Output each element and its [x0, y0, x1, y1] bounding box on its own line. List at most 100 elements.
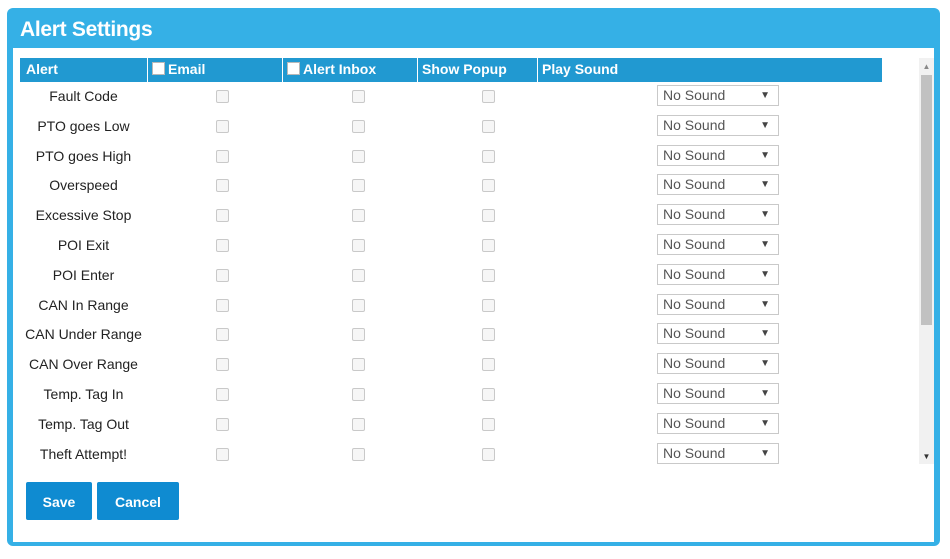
header-email: Email	[147, 58, 282, 82]
show-popup-checkbox[interactable]	[482, 239, 495, 252]
play-sound-value: No Sound	[663, 325, 726, 342]
chevron-down-icon: ▼	[760, 239, 770, 250]
alert-inbox-checkbox[interactable]	[352, 417, 365, 431]
save-button[interactable]: Save	[26, 482, 92, 520]
show-popup-checkbox[interactable]	[482, 119, 495, 133]
header-play-sound: Play Sound	[537, 58, 882, 82]
alert-inbox-checkbox[interactable]	[352, 358, 365, 372]
alert-name: Fault Code	[49, 88, 118, 104]
play-sound-value: No Sound	[663, 206, 726, 223]
header-alert: Alert	[26, 61, 58, 77]
alert-inbox-select-all-checkbox[interactable]	[287, 62, 300, 75]
table-header: Alert Email Alert Inbox Show Popup Play …	[20, 58, 882, 82]
alert-name: CAN In Range	[38, 296, 129, 313]
scroll-up-arrow-icon[interactable]: ▲	[919, 60, 934, 74]
alert-inbox-checkbox[interactable]	[352, 119, 365, 133]
show-popup-checkbox[interactable]	[482, 417, 495, 431]
email-checkbox[interactable]	[216, 328, 229, 342]
email-checkbox[interactable]	[216, 268, 229, 282]
email-checkbox[interactable]	[216, 90, 229, 103]
play-sound-select[interactable]: No Sound ▼	[657, 442, 779, 464]
play-sound-value: No Sound	[663, 116, 726, 133]
cancel-button[interactable]: Cancel	[97, 482, 179, 520]
email-checkbox[interactable]	[216, 358, 229, 372]
alert-inbox-checkbox[interactable]	[352, 239, 365, 252]
show-popup-checkbox[interactable]	[482, 90, 495, 103]
play-sound-select[interactable]: No Sound ▼	[657, 174, 779, 196]
show-popup-checkbox[interactable]	[482, 358, 495, 372]
play-sound-select[interactable]: No Sound ▼	[657, 263, 779, 285]
show-popup-checkbox[interactable]	[482, 149, 495, 163]
email-checkbox[interactable]	[216, 119, 229, 133]
alert-name: POI Enter	[52, 266, 115, 283]
email-checkbox[interactable]	[216, 417, 229, 431]
alert-inbox-checkbox[interactable]	[352, 90, 365, 103]
play-sound-select[interactable]: No Sound ▼	[657, 144, 779, 166]
email-checkbox[interactable]	[216, 179, 229, 193]
play-sound-select[interactable]: No Sound ▼	[657, 293, 779, 315]
play-sound-select[interactable]: No Sound ▼	[657, 412, 779, 434]
email-checkbox[interactable]	[216, 239, 229, 252]
play-sound-value: No Sound	[663, 236, 726, 252]
table-row: Fault Code No Sound ▼	[20, 82, 882, 112]
alert-inbox-checkbox[interactable]	[352, 328, 365, 342]
header-alert-inbox: Alert Inbox	[282, 58, 417, 82]
play-sound-value: No Sound	[663, 385, 726, 401]
alert-inbox-checkbox[interactable]	[352, 149, 365, 163]
alert-inbox-checkbox[interactable]	[352, 179, 365, 193]
scroll-down-arrow-icon[interactable]: ▼	[919, 450, 934, 464]
play-sound-select[interactable]: No Sound ▼	[657, 323, 779, 345]
table-row: CAN In Range No Sound ▼	[20, 291, 882, 321]
chevron-down-icon: ▼	[760, 179, 770, 191]
alert-name: Excessive Stop	[35, 207, 132, 224]
table-row: Overspeed No Sound ▼	[20, 171, 882, 201]
chevron-down-icon: ▼	[760, 119, 770, 131]
alert-settings-dialog: Alert Settings Alert Email Alert Inbox S…	[7, 8, 940, 546]
alert-inbox-checkbox[interactable]	[352, 298, 365, 312]
play-sound-select[interactable]: No Sound ▼	[657, 85, 779, 106]
show-popup-checkbox[interactable]	[482, 328, 495, 342]
play-sound-value: No Sound	[663, 176, 726, 193]
alert-inbox-checkbox[interactable]	[352, 447, 365, 461]
alert-name: Temp. Tag Out	[38, 415, 129, 432]
table-row: POI Enter No Sound ▼	[20, 261, 882, 291]
play-sound-select[interactable]: No Sound ▼	[657, 114, 779, 136]
play-sound-value: No Sound	[663, 146, 726, 163]
play-sound-select[interactable]: No Sound ▼	[657, 353, 779, 375]
chevron-down-icon: ▼	[760, 417, 770, 429]
show-popup-checkbox[interactable]	[482, 209, 495, 223]
table-row: Temp. Tag In No Sound ▼	[20, 380, 882, 410]
show-popup-checkbox[interactable]	[482, 268, 495, 282]
chevron-down-icon: ▼	[760, 388, 770, 399]
play-sound-select[interactable]: No Sound ▼	[657, 204, 779, 226]
email-checkbox[interactable]	[216, 149, 229, 163]
email-checkbox[interactable]	[216, 298, 229, 312]
chevron-down-icon: ▼	[760, 447, 770, 459]
email-checkbox[interactable]	[216, 388, 229, 401]
table-row: Temp. Tag Out No Sound ▼	[20, 410, 882, 440]
chevron-down-icon: ▼	[760, 298, 770, 310]
email-checkbox[interactable]	[216, 209, 229, 223]
table-row: CAN Over Range No Sound ▼	[20, 350, 882, 380]
dialog-body: Alert Email Alert Inbox Show Popup Play …	[13, 48, 934, 542]
show-popup-checkbox[interactable]	[482, 298, 495, 312]
show-popup-checkbox[interactable]	[482, 447, 495, 461]
play-sound-value: No Sound	[663, 355, 726, 372]
alert-inbox-checkbox[interactable]	[352, 388, 365, 401]
alert-inbox-checkbox[interactable]	[352, 209, 365, 223]
play-sound-select[interactable]: No Sound ▼	[657, 234, 779, 255]
alert-inbox-checkbox[interactable]	[352, 268, 365, 282]
email-select-all-checkbox[interactable]	[152, 62, 165, 75]
show-popup-checkbox[interactable]	[482, 388, 495, 401]
play-sound-select[interactable]: No Sound ▼	[657, 383, 779, 404]
dialog-title: Alert Settings	[20, 18, 153, 41]
chevron-down-icon: ▼	[760, 358, 770, 370]
scroll-thumb[interactable]	[921, 75, 932, 325]
table-row: Theft Attempt! No Sound ▼	[20, 440, 882, 464]
show-popup-checkbox[interactable]	[482, 179, 495, 193]
table-row: PTO goes Low No Sound ▼	[20, 112, 882, 142]
email-checkbox[interactable]	[216, 447, 229, 461]
alerts-table: Alert Email Alert Inbox Show Popup Play …	[20, 58, 926, 464]
vertical-scrollbar[interactable]: ▲ ▼	[919, 58, 934, 464]
alert-name: CAN Under Range	[25, 326, 142, 343]
